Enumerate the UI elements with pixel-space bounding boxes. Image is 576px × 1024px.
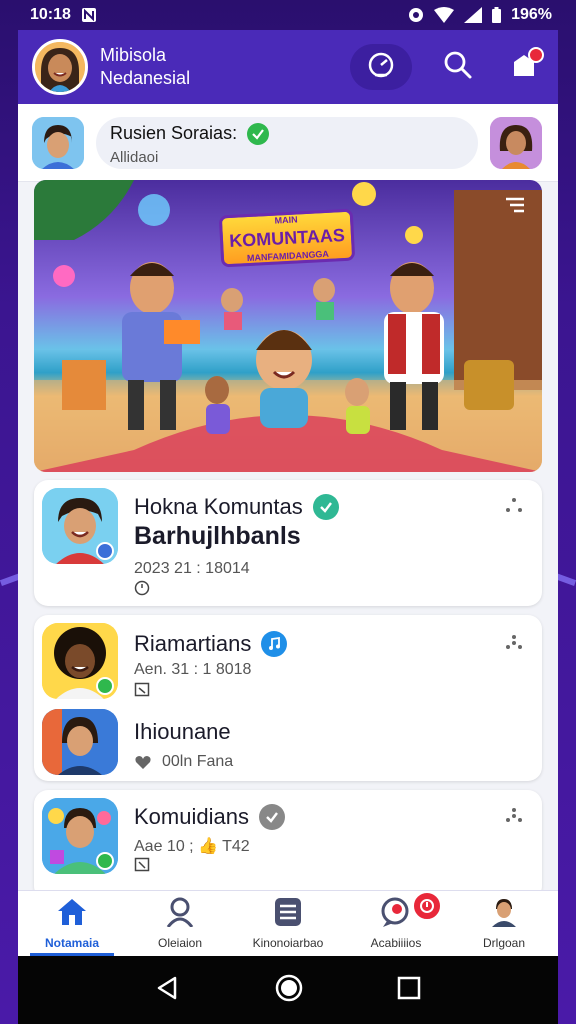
nav-label: Drlgoan — [482, 936, 526, 950]
banner-title: MAIN KOMUNTAAS MANFAMIDANGGA — [218, 208, 356, 268]
calendar-icon — [134, 681, 150, 697]
music-icon — [261, 631, 288, 657]
header-title: Mibisola Nedanesial — [100, 44, 190, 90]
card-title: Hokna Komuntas — [134, 494, 303, 519]
radar-button[interactable] — [350, 44, 412, 90]
notification-badge — [412, 891, 442, 921]
recents-button[interactable] — [397, 976, 421, 1005]
community-card[interactable]: Riamartians Aen. 31 : 1 8018 Ihiounane 0 — [34, 615, 542, 781]
more-options-icon[interactable] — [504, 806, 524, 826]
app-header: Mibisola Nedanesial — [18, 30, 558, 104]
verified-icon — [312, 494, 339, 520]
nav-label: Oleiaion — [157, 936, 203, 950]
nav-label: Acabiiiios — [370, 936, 422, 950]
verified-icon — [258, 804, 285, 830]
story-avatar-2[interactable] — [490, 116, 542, 169]
nav-label: Notamaia — [44, 936, 100, 950]
home-icon — [56, 897, 88, 932]
card-sub-avatar[interactable] — [42, 709, 118, 775]
home-button[interactable] — [274, 973, 304, 1008]
story-pill[interactable]: Rusien Soraias: Allidaoi — [96, 116, 478, 169]
card-title: Komuidians — [134, 804, 249, 829]
verified-icon — [247, 122, 270, 145]
system-navigation-bar — [18, 956, 558, 1024]
more-options-icon[interactable] — [504, 633, 524, 653]
nav-list[interactable]: Kinonoiarbao — [234, 891, 342, 956]
card-meta: Aae 10 ; 👍 T42 — [134, 838, 250, 855]
notification-dot — [528, 47, 544, 63]
list-icon — [272, 897, 304, 932]
search-icon — [443, 50, 473, 85]
card-avatar-badge — [96, 852, 114, 870]
nav-user[interactable]: Drlgoan — [450, 891, 558, 956]
card-meta: Aen. 31 : 1 8018 — [134, 661, 252, 678]
card-sub-title: Ihiounane — [134, 719, 231, 744]
card-sub-meta: 00ln Fana — [162, 753, 234, 770]
nav-chat[interactable]: Acabiiiios — [342, 891, 450, 956]
card-title: Riamartians — [134, 631, 252, 656]
clock-icon — [134, 580, 150, 596]
radar-icon — [367, 51, 395, 84]
notification-button[interactable] — [504, 47, 544, 87]
community-card[interactable]: Hokna Komuntas Barhujlhbanls 2023 21 : 1… — [34, 480, 542, 606]
back-button[interactable] — [155, 975, 181, 1006]
tag-icon — [134, 856, 150, 872]
sync-icon — [408, 7, 424, 23]
nav-profile[interactable]: Oleiaion — [126, 891, 234, 956]
card-avatar-badge — [96, 677, 114, 695]
status-bar: 10:18 196% — [0, 0, 576, 30]
more-options-icon[interactable] — [504, 496, 524, 516]
promo-banner[interactable]: MAIN KOMUNTAAS MANFAMIDANGGA — [34, 180, 542, 472]
profile-avatar[interactable] — [32, 39, 88, 95]
story-subtitle: Allidaoi — [110, 148, 159, 166]
search-button[interactable] — [438, 47, 478, 87]
notification-n-icon — [81, 7, 97, 23]
heart-icon[interactable] — [134, 753, 152, 771]
profile-icon — [164, 897, 196, 932]
banner-menu-icon[interactable] — [504, 194, 526, 221]
card-avatar-badge — [96, 542, 114, 560]
community-card[interactable]: Komuidians Aae 10 ; 👍 T42 — [34, 790, 542, 900]
header-title-line1: Mibisola — [100, 45, 167, 65]
nav-home[interactable]: Notamaia — [18, 891, 126, 956]
card-meta: 2023 21 : 18014 — [134, 560, 250, 577]
story-name: Rusien Soraias: — [110, 123, 238, 143]
card-avatar[interactable] — [42, 623, 118, 699]
story-avatar[interactable] — [32, 116, 84, 169]
card-avatar[interactable] — [42, 488, 118, 564]
story-row: Rusien Soraias: Allidaoi — [18, 104, 558, 182]
header-title-line2: Nedanesial — [100, 68, 191, 88]
bottom-nav: Notamaia Oleiaion Kinonoiarbao Acabiiiio… — [18, 890, 558, 956]
card-avatar[interactable] — [42, 798, 118, 874]
card-headline: Barhujlhbanls — [134, 522, 301, 550]
wifi-icon — [434, 7, 455, 23]
battery-level: 196% — [511, 6, 552, 23]
status-time: 10:18 — [30, 6, 71, 23]
chat-icon — [379, 897, 413, 932]
nav-label: Kinonoiarbao — [252, 936, 324, 950]
app-frame: Mibisola Nedanesial Rusien Soraias: Alli… — [18, 30, 558, 956]
battery-icon — [492, 7, 502, 23]
signal-icon — [464, 7, 483, 23]
user-icon — [488, 897, 520, 932]
